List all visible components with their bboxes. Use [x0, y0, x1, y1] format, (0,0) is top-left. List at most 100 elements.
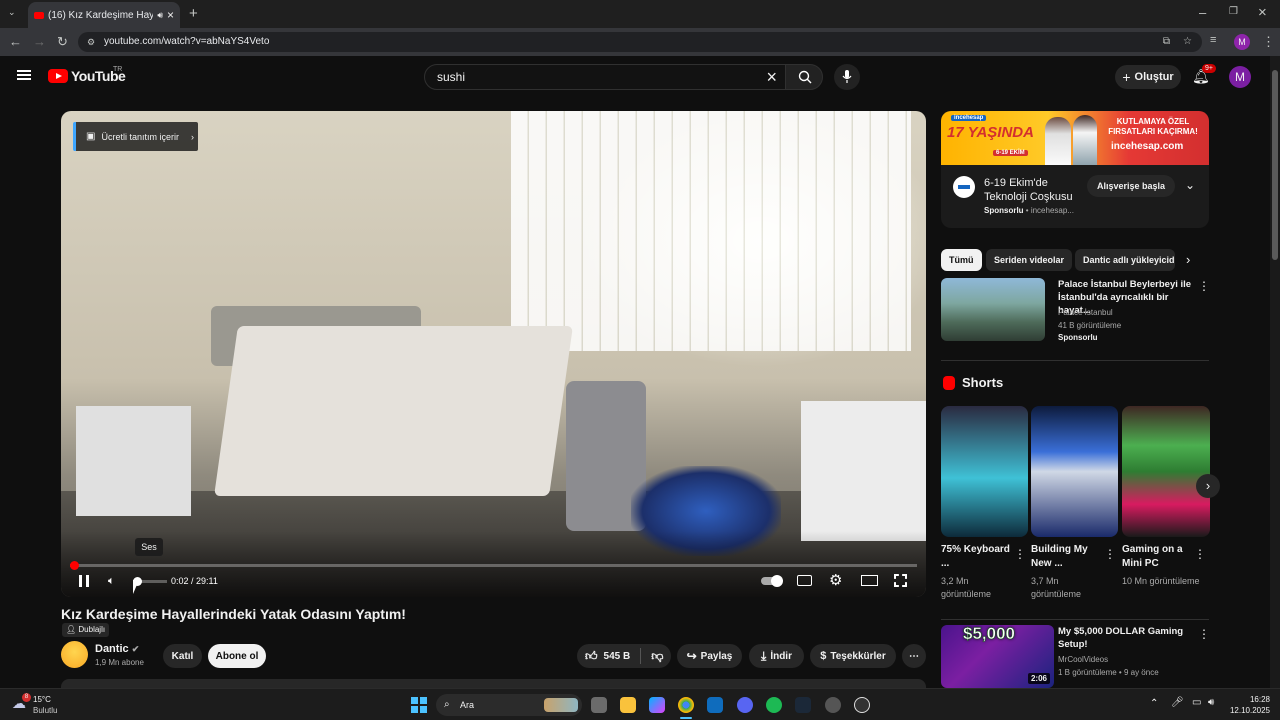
restore-icon[interactable]: ❐ — [1229, 7, 1238, 17]
more-actions-button[interactable]: ⋯ — [902, 644, 926, 668]
spotify-icon[interactable] — [766, 697, 782, 713]
like-button[interactable]: 👍︎ 545 B — [585, 649, 630, 664]
back-icon[interactable]: ← — [9, 35, 22, 48]
window-close-icon[interactable]: × — [1258, 5, 1267, 20]
tray-mic-icon[interactable]: 🎤︎ — [1171, 697, 1184, 708]
notifications-button[interactable]: 🔔︎ 9+ — [1192, 64, 1216, 86]
account-avatar[interactable]: M — [1229, 66, 1251, 88]
region-code: TR — [113, 66, 123, 73]
next-video-menu-icon[interactable]: ⋮ — [1198, 628, 1210, 640]
search-highlight-image — [544, 698, 578, 712]
channel-avatar[interactable] — [61, 641, 88, 668]
ad-domain: incehesap.com — [1111, 141, 1184, 152]
autoplay-toggle[interactable] — [761, 575, 783, 587]
search-button[interactable] — [785, 64, 823, 90]
site-info-icon[interactable]: ⚙ — [87, 32, 95, 52]
tray-volume-icon[interactable]: 🔊︎ — [1208, 697, 1214, 708]
new-tab-icon[interactable]: + — [189, 6, 198, 21]
task-view-icon[interactable] — [591, 697, 607, 713]
description-box[interactable] — [61, 679, 926, 688]
download-button[interactable]: ⤓ İndir — [749, 644, 804, 668]
short-menu-icon-3[interactable]: ⋮ — [1194, 548, 1206, 560]
file-explorer-icon[interactable] — [620, 697, 636, 713]
tray-network-icon[interactable]: ▭ — [1192, 697, 1201, 708]
short-title-3[interactable]: Gaming on a Mini PC — [1122, 543, 1188, 571]
ad-card[interactable]: 6-19 Ekim'de Teknoloji Coşkusu Sponsorlu… — [941, 165, 1209, 228]
taskbar: ☁ 8 15°C Bulutlu ⌕ Ara ⌃ 🎤︎ ▭ 🔊︎ 16:28 1… — [0, 688, 1280, 720]
chips-next-icon[interactable]: › — [1186, 252, 1190, 267]
audio-playing-icon[interactable]: 🔊︎ — [157, 10, 163, 21]
install-app-icon[interactable]: ⧉ — [1163, 32, 1170, 52]
shorts-next-button[interactable]: › — [1196, 474, 1220, 498]
ad-cta-button[interactable]: Alışverişe başla — [1087, 175, 1175, 197]
chip-uploader[interactable]: Dantic adlı yükleyicid — [1075, 249, 1175, 271]
search-input[interactable]: sushi × — [424, 64, 786, 90]
chrome-icon[interactable] — [678, 697, 694, 713]
scrollbar-thumb[interactable] — [1272, 70, 1278, 260]
short-thumbnail-1[interactable] — [941, 406, 1028, 537]
paid-promotion-badge[interactable]: ▣ Ücretli tanıtım içerir › — [73, 122, 198, 151]
short-menu-icon-2[interactable]: ⋮ — [1104, 548, 1116, 560]
address-bar[interactable]: ⚙ youtube.com/watch?v=abNaYS4Veto ⧉ ☆ — [78, 32, 1202, 52]
tab-list-icon[interactable]: ⌄ — [8, 8, 16, 17]
fullscreen-button[interactable] — [894, 573, 907, 590]
start-button[interactable] — [411, 697, 427, 713]
outlook-icon[interactable] — [707, 697, 723, 713]
scrubber-handle[interactable] — [70, 561, 79, 570]
ad-banner[interactable]: incehesap 17 YAŞINDA 6-19 EKİM KUTLAMAYA… — [941, 111, 1209, 165]
browser-tab[interactable]: (16) Kız Kardeşime Hayaller 🔊︎ × — [28, 2, 180, 28]
tray-overflow-icon[interactable]: ⌃ — [1150, 698, 1158, 709]
video-player[interactable]: ▣ Ücretli tanıtım içerir › Ses 🔈︎ 0:02 /… — [61, 111, 926, 597]
microphone-icon — [842, 70, 852, 83]
minimize-icon[interactable]: – — [1199, 6, 1206, 19]
sponsored-video-menu-icon[interactable]: ⋮ — [1198, 280, 1210, 292]
clock[interactable]: 16:28 12.10.2025 — [1226, 694, 1270, 716]
chip-all[interactable]: Tümü — [941, 249, 982, 271]
ad-expand-icon[interactable]: ⌄ — [1185, 178, 1195, 192]
taskbar-search[interactable]: ⌕ Ara — [436, 694, 582, 716]
short-menu-icon-1[interactable]: ⋮ — [1014, 548, 1026, 560]
subscribe-button[interactable]: Abone ol — [208, 644, 266, 668]
copilot-icon[interactable] — [649, 697, 665, 713]
forward-icon[interactable]: → — [33, 35, 46, 48]
gaming-app-icon[interactable] — [854, 697, 870, 713]
settings-button[interactable]: ⚙ — [829, 573, 842, 589]
sponsored-video-thumbnail[interactable] — [941, 278, 1045, 341]
next-video-title[interactable]: My $5,000 DOLLAR Gaming Setup! — [1058, 625, 1194, 651]
dislike-button[interactable]: 👎︎ — [651, 649, 663, 664]
bookmark-star-icon[interactable]: ☆ — [1183, 32, 1192, 52]
mute-button[interactable]: 🔈︎ — [108, 573, 115, 589]
menu-icon[interactable] — [17, 70, 31, 80]
channel-name[interactable]: Dantic ✔ — [95, 643, 139, 655]
steam-icon[interactable] — [795, 697, 811, 713]
short-thumbnail-2[interactable] — [1031, 406, 1118, 537]
settings-app-icon[interactable] — [825, 697, 841, 713]
reload-icon[interactable]: ↻ — [57, 35, 68, 48]
share-icon: ↪ — [686, 649, 697, 663]
page-scrollbar[interactable] — [1270, 56, 1280, 688]
join-button[interactable]: Katıl — [163, 644, 202, 668]
thanks-label: Teşekkürler — [830, 650, 886, 662]
pause-button[interactable] — [79, 573, 89, 590]
chip-series[interactable]: Seriden videolar — [986, 249, 1073, 271]
short-title-2[interactable]: Building My New ... — [1031, 543, 1097, 571]
discord-icon[interactable] — [737, 697, 753, 713]
next-video-channel[interactable]: MrCoolVideos — [1058, 655, 1108, 664]
progress-bar[interactable] — [70, 561, 917, 570]
theater-mode-button[interactable] — [861, 573, 878, 589]
weather-widget[interactable]: ☁ 8 15°C Bulutlu — [12, 693, 72, 717]
clear-search-icon[interactable]: × — [766, 65, 777, 89]
next-video-thumbnail[interactable]: $5,000 2:06 — [941, 625, 1054, 688]
youtube-logo-icon[interactable] — [48, 69, 68, 83]
reading-list-icon[interactable]: ≡ — [1210, 35, 1216, 46]
create-button[interactable]: + Oluştur — [1115, 65, 1181, 89]
browser-menu-icon[interactable]: ⋮ — [1262, 35, 1275, 48]
thanks-button[interactable]: $ Teşekkürler — [810, 644, 896, 668]
subtitles-button[interactable] — [797, 573, 812, 589]
short-thumbnail-3[interactable] — [1122, 406, 1210, 537]
voice-search-button[interactable] — [834, 64, 860, 90]
short-title-1[interactable]: 75% Keyboard ... — [941, 543, 1019, 571]
tab-close-icon[interactable]: × — [167, 8, 180, 22]
share-button[interactable]: ↪ Paylaş — [677, 644, 742, 668]
profile-avatar[interactable]: M — [1234, 34, 1250, 50]
